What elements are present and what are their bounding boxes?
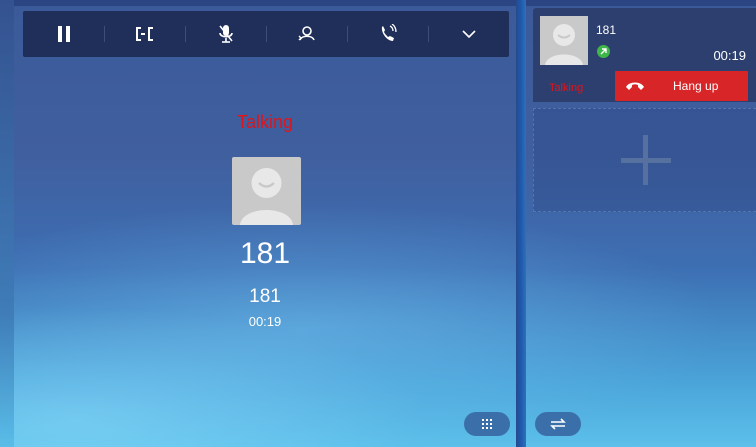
person-avatar-icon	[545, 24, 583, 65]
mute-button[interactable]	[185, 11, 266, 57]
call-toolbar	[23, 11, 509, 57]
hangup-icon	[626, 82, 644, 90]
panel-divider	[516, 0, 526, 447]
handset-volume-icon	[381, 24, 397, 41]
caller-number: 181	[239, 237, 291, 270]
mic-mute-icon	[218, 25, 233, 43]
conference-button[interactable]	[266, 11, 347, 57]
card-duration: 00:19	[713, 48, 746, 63]
pause-icon	[57, 26, 70, 42]
hangup-label: Hang up	[673, 79, 719, 93]
conference-icon	[298, 26, 315, 41]
active-call-card[interactable]: 181 00:19 Talking Hang up	[533, 8, 756, 102]
swap-arrows-icon	[550, 418, 566, 430]
caller-avatar	[232, 157, 301, 225]
caller-name: 181	[249, 286, 281, 307]
left-frame	[0, 0, 14, 447]
call-duration: 00:19	[248, 314, 282, 329]
more-button[interactable]	[428, 11, 509, 57]
card-number: 181	[596, 23, 617, 37]
outgoing-call-icon	[597, 45, 610, 58]
hold-button[interactable]	[23, 11, 104, 57]
call-status: Talking	[236, 112, 294, 132]
switch-button[interactable]	[535, 412, 581, 436]
card-avatar	[540, 16, 588, 65]
dialpad-icon	[482, 419, 492, 429]
transfer-icon	[135, 27, 153, 41]
dialpad-button[interactable]	[464, 412, 510, 436]
card-status: Talking	[549, 82, 584, 94]
chevron-down-icon	[461, 30, 476, 38]
speaker-button[interactable]	[347, 11, 428, 57]
person-avatar-icon	[240, 168, 293, 225]
transfer-button[interactable]	[104, 11, 185, 57]
top-frame	[0, 0, 756, 6]
hangup-button[interactable]: Hang up	[615, 71, 748, 101]
add-call-slot[interactable]	[533, 108, 756, 212]
